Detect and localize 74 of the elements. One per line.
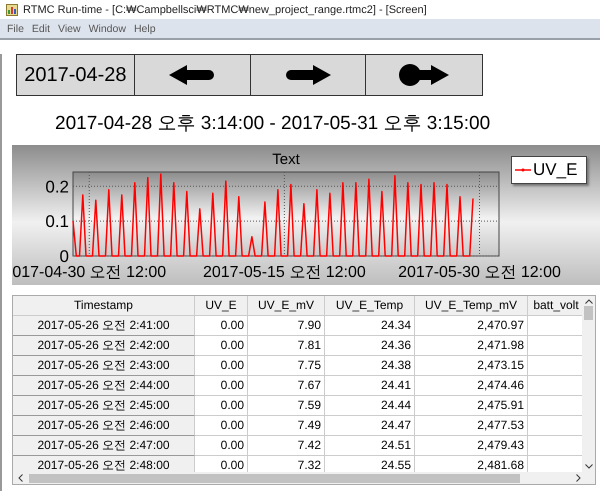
table-cell: 24.41 <box>325 376 415 396</box>
scroll-up-icon <box>584 299 592 304</box>
table-cell: 2017-05-26 오전 2:42:00 <box>13 336 195 356</box>
table-cell: 24.38 <box>325 356 415 376</box>
table-cell: 7.90 <box>248 316 325 336</box>
y-tick-label: 0.1 <box>45 212 69 232</box>
table-cell: 2,474.46 <box>415 376 528 396</box>
y-tick-label: 0 <box>60 247 69 266</box>
table-cell: 0.00 <box>195 336 248 356</box>
forward-button[interactable] <box>250 55 366 95</box>
scroll-thumb[interactable] <box>29 474 520 482</box>
column-header[interactable]: UV_E_mV <box>248 296 325 316</box>
vertical-scrollbar[interactable] <box>582 296 595 472</box>
window-title: RTMC Run-time - [C:₩Campbellsci₩RTMC₩new_project_range.rtmc2] - [Screen] <box>23 4 427 16</box>
circle-arrow-icon <box>399 64 450 86</box>
table-cell: 2,477.53 <box>415 416 528 436</box>
table-cell: 0.00 <box>195 416 248 436</box>
table-cell: 24.36 <box>325 336 415 356</box>
scroll-left-icon <box>18 474 23 482</box>
scroll-right-icon <box>576 474 581 482</box>
table-cell: 2,470.97 <box>415 316 528 336</box>
legend-label: UV_E <box>533 160 578 180</box>
table-cell: 7.67 <box>248 376 325 396</box>
menu-item[interactable]: View <box>58 22 81 34</box>
menu-item[interactable]: Edit <box>32 22 50 34</box>
table-cell: 24.47 <box>325 416 415 436</box>
table-cell: 7.49 <box>248 416 325 436</box>
table-cell: 0.00 <box>195 316 248 336</box>
menu-item[interactable]: File <box>7 22 24 34</box>
column-header[interactable]: UV_E_Temp <box>325 296 415 316</box>
table-cell: 0.00 <box>195 376 248 396</box>
column-header[interactable]: UV_E <box>195 296 248 316</box>
table-cell: 2017-05-26 오전 2:46:00 <box>13 416 195 436</box>
date-range-text: 2017-04-28 오후 3:14:00 - 2017-05-31 오후 3:15:00 <box>55 112 492 134</box>
table-cell: 0.00 <box>195 396 248 416</box>
chart-title: Text <box>272 151 300 168</box>
table-cell: 7.75 <box>248 356 325 376</box>
table-cell: 2,479.43 <box>415 436 528 456</box>
table-cell: 0.00 <box>195 356 248 376</box>
x-tick-label: 017-04-30 오전 12:00 <box>12 264 166 281</box>
scroll-thumb[interactable] <box>584 306 593 320</box>
table-cell: 2017-05-26 오전 2:43:00 <box>13 356 195 376</box>
y-tick-label: 0.2 <box>45 177 69 196</box>
table-cell: 24.44 <box>325 396 415 416</box>
scroll-down-icon <box>584 464 592 469</box>
x-tick-label: 2017-05-15 오전 12:00 <box>202 264 366 281</box>
right-arrow-icon <box>284 65 331 85</box>
table-cell: 2017-05-26 오전 2:48:00 <box>13 456 195 472</box>
date-field[interactable]: 2017-04-28 <box>17 55 135 95</box>
column-header[interactable]: Timestamp <box>13 296 195 316</box>
legend-line-icon <box>515 167 531 173</box>
table-cell: 2,471.98 <box>415 336 528 356</box>
table-cell: 0.00 <box>195 436 248 456</box>
table-cell: 2,475.91 <box>415 396 528 416</box>
table-cell: 7.59 <box>248 396 325 416</box>
menu-item[interactable]: Help <box>134 22 156 34</box>
end-button[interactable] <box>366 55 482 95</box>
table-cell: 7.42 <box>248 436 325 456</box>
table-cell: 2017-05-26 오전 2:41:00 <box>13 316 195 336</box>
left-arrow-icon <box>169 65 216 85</box>
column-header[interactable]: UV_E_Temp_mV <box>415 296 528 316</box>
horizontal-scrollbar[interactable] <box>13 472 595 484</box>
table-cell: 24.34 <box>325 316 415 336</box>
column-header[interactable]: batt_volt <box>528 296 582 316</box>
table-cell: 2017-05-26 오전 2:44:00 <box>13 376 195 396</box>
app-icon <box>6 4 18 16</box>
x-tick-label: 2017-05-30 오전 12:00 <box>398 264 561 281</box>
table-cell: 7.81 <box>248 336 325 356</box>
table-cell: 2,473.15 <box>415 356 528 376</box>
menu-item[interactable]: Window <box>88 22 126 34</box>
back-button[interactable] <box>134 55 250 95</box>
table-cell: 2017-05-26 오전 2:45:00 <box>13 396 195 416</box>
table-cell: 2017-05-26 오전 2:47:00 <box>13 436 195 456</box>
table-cell: 24.51 <box>325 436 415 456</box>
